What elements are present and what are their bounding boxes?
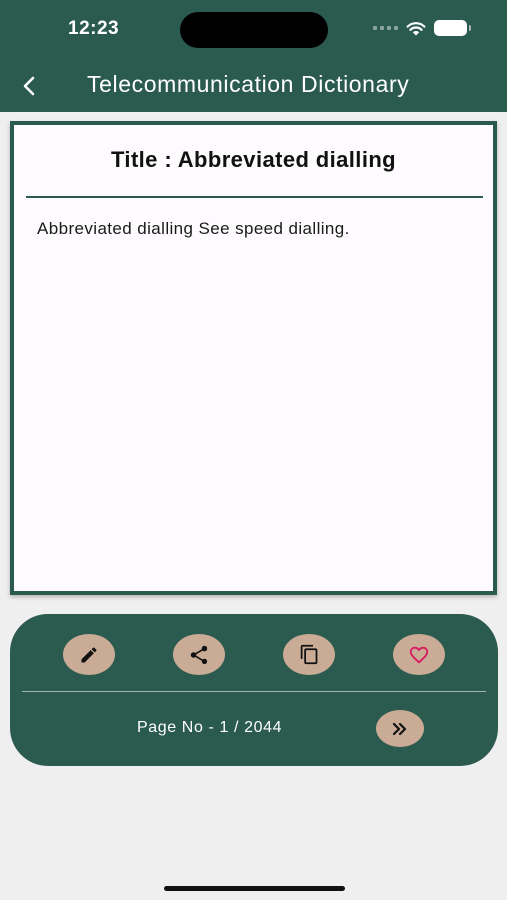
battery-icon [434, 20, 471, 36]
dynamic-island [180, 12, 328, 48]
entry-divider [26, 196, 483, 198]
status-icons [373, 20, 471, 36]
action-panel: Page No - 1 / 2044 [10, 614, 498, 766]
copy-button[interactable] [283, 634, 335, 675]
page-indicator: Page No - 1 / 2044 [137, 719, 283, 736]
app-bar: Telecommunication Dictionary [0, 60, 507, 112]
wifi-icon [406, 21, 426, 35]
status-time: 12:23 [68, 18, 120, 39]
back-button[interactable] [12, 66, 46, 106]
status-bar: 12:23 [0, 0, 507, 60]
chevron-left-icon [23, 76, 35, 96]
pencil-icon [81, 646, 97, 662]
share-button[interactable] [173, 634, 225, 675]
home-indicator [164, 886, 345, 891]
entry-card: Title : Abbreviated dialling Abbreviated… [10, 121, 497, 595]
entry-title: Title : Abbreviated dialling [110, 147, 397, 172]
copy-icon [300, 644, 317, 665]
next-page-button[interactable] [376, 710, 424, 747]
entry-definition: Abbreviated dialling See speed dialling. [37, 219, 350, 238]
share-icon [190, 645, 208, 664]
cellular-signal-icon [373, 26, 398, 30]
favorite-button[interactable] [393, 634, 445, 675]
heart-icon [409, 646, 429, 664]
double-chevron-right-icon [392, 722, 407, 735]
page-title: Telecommunication Dictionary [87, 71, 410, 97]
panel-divider [22, 691, 486, 692]
edit-button[interactable] [63, 634, 115, 675]
